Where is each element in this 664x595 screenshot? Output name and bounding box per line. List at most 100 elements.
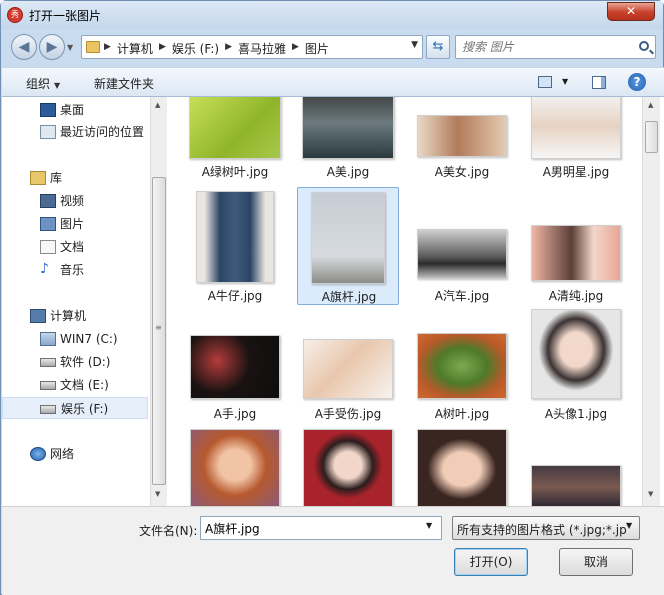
window-title: 打开一张图片 xyxy=(29,9,102,23)
recent-locations-chevron-icon[interactable]: ▼ xyxy=(67,43,73,52)
sidebar-item-documents[interactable]: 文档 xyxy=(2,236,148,258)
new-folder-button[interactable]: 新建文件夹 xyxy=(94,75,154,92)
breadcrumb-computer[interactable]: 计算机 xyxy=(117,40,153,57)
scroll-up-arrow-icon[interactable]: ▲ xyxy=(648,101,653,109)
vintage-car-image xyxy=(417,229,507,279)
preview-pane-icon[interactable] xyxy=(592,76,606,89)
sidebar-item-drive-e[interactable]: 文档 (E:) xyxy=(2,374,148,396)
filename-label: 文件名(N): xyxy=(139,524,198,538)
scroll-up-arrow-icon[interactable]: ▲ xyxy=(155,101,160,109)
sidebar-item-libraries[interactable]: 库 xyxy=(2,167,148,189)
refresh-button[interactable]: ⇆ xyxy=(426,35,450,59)
breadcrumb-pictures[interactable]: 图片 xyxy=(305,40,329,57)
file-item[interactable]: A手受伤.jpg xyxy=(297,309,399,425)
libraries-icon xyxy=(30,171,46,185)
sidebar-item-computer[interactable]: 计算机 xyxy=(2,305,148,327)
organize-menu-button[interactable]: 组织 ▼ xyxy=(26,75,60,92)
file-item[interactable] xyxy=(184,427,286,506)
breadcrumb: ▶ 计算机 ▶ 娱乐 (F:) ▶ 喜马拉雅 ▶ 图片 xyxy=(104,40,329,57)
forward-arrow-icon: ▶ xyxy=(46,39,58,55)
navigation-scrollbar[interactable]: ▲ ≡ ▼ xyxy=(150,97,167,506)
title-bar[interactable]: 秀 打开一张图片 ✕ xyxy=(1,1,663,29)
file-item[interactable]: A绿树叶.jpg xyxy=(184,97,286,181)
sidebar-item-label: 娱乐 (F:) xyxy=(61,402,109,416)
navigation-bar: ◀ ▶ ▼ ▶ 计算机 ▶ 娱乐 (F:) ▶ 喜马拉雅 ▶ 图片 ▼ ⇆ xyxy=(5,31,661,63)
file-item[interactable]: A汽车.jpg xyxy=(411,187,513,303)
file-name: A清纯.jpg xyxy=(548,289,604,303)
file-type-chevron-icon[interactable]: ▼ xyxy=(626,521,632,530)
file-item[interactable] xyxy=(411,427,513,506)
file-item[interactable]: A头像1.jpg xyxy=(525,309,627,425)
file-type-select[interactable]: 所有支持的图片格式 (*.jpg;*.jp xyxy=(452,516,640,540)
file-name: A汽车.jpg xyxy=(434,289,490,303)
sidebar-item-drive-d[interactable]: 软件 (D:) xyxy=(2,351,148,373)
sidebar-item-label: 音乐 xyxy=(60,263,85,277)
organize-label: 组织 xyxy=(26,77,51,91)
breadcrumb-separator-icon[interactable]: ▶ xyxy=(159,40,166,57)
address-bar[interactable]: ▶ 计算机 ▶ 娱乐 (F:) ▶ 喜马拉雅 ▶ 图片 ▼ xyxy=(81,35,423,59)
woman-red-image xyxy=(303,429,393,506)
sidebar-item-music[interactable]: ♪ 音乐 xyxy=(2,259,148,281)
sidebar-item-drive-f[interactable]: 娱乐 (F:) xyxy=(2,397,148,419)
dialog-footer: 文件名(N): ▼ 所有支持的图片格式 (*.jpg;*.jp ▼ 打开(O) … xyxy=(2,506,664,595)
file-item[interactable]: A手.jpg xyxy=(184,309,286,425)
sidebar-item-desktop[interactable]: 桌面 xyxy=(2,99,148,121)
dialog-content: 桌面 最近访问的位置 库 视频 图片 文档 ♪ 音乐 计算机 WIN7 (C:) … xyxy=(2,97,664,506)
sidebar-item-videos[interactable]: 视频 xyxy=(2,190,148,212)
sidebar-item-label: 最近访问的位置 xyxy=(60,125,145,139)
sidebar-item-pictures[interactable]: 图片 xyxy=(2,213,148,235)
documents-icon xyxy=(40,240,56,254)
open-button[interactable]: 打开(O) xyxy=(454,548,528,576)
scroll-down-arrow-icon[interactable]: ▼ xyxy=(648,490,653,498)
file-item[interactable]: A清纯.jpg xyxy=(525,187,627,303)
sidebar-item-network[interactable]: 网络 xyxy=(2,443,148,465)
breadcrumb-drive-f[interactable]: 娱乐 (F:) xyxy=(172,40,219,57)
breadcrumb-separator-icon[interactable]: ▶ xyxy=(225,40,232,57)
sidebar-item-label: 桌面 xyxy=(60,103,85,117)
view-options-chevron-icon[interactable]: ▼ xyxy=(562,77,568,86)
close-button[interactable]: ✕ xyxy=(607,2,655,21)
search-box[interactable] xyxy=(455,35,656,59)
breadcrumb-separator-icon[interactable]: ▶ xyxy=(292,40,299,57)
back-button[interactable]: ◀ xyxy=(11,34,37,60)
filename-input[interactable] xyxy=(200,516,442,540)
file-name: A美女.jpg xyxy=(434,165,490,179)
drive-c-icon xyxy=(40,332,56,346)
help-icon[interactable]: ? xyxy=(628,73,646,91)
sidebar-item-recent-places[interactable]: 最近访问的位置 xyxy=(2,121,148,143)
file-item[interactable]: A男明星.jpg xyxy=(525,97,627,181)
leaf-image xyxy=(417,333,507,399)
search-input[interactable] xyxy=(462,37,632,57)
forward-button[interactable]: ▶ xyxy=(39,34,65,60)
sidebar-item-label: 库 xyxy=(50,171,63,185)
file-item[interactable]: A牛仔.jpg xyxy=(184,187,286,303)
sidebar-item-label: 图片 xyxy=(60,217,85,231)
sidebar-item-drive-c[interactable]: WIN7 (C:) xyxy=(2,328,148,350)
command-bar: 组织 ▼ 新建文件夹 ▼ ? xyxy=(2,67,664,97)
address-history-chevron-icon[interactable]: ▼ xyxy=(411,40,418,50)
file-item[interactable] xyxy=(525,427,627,506)
file-item[interactable]: A树叶.jpg xyxy=(411,309,513,425)
file-name: A男明星.jpg xyxy=(542,165,610,179)
file-name: A绿树叶.jpg xyxy=(201,165,269,179)
file-item[interactable] xyxy=(297,427,399,506)
file-item[interactable]: A美女.jpg xyxy=(411,97,513,181)
filename-history-chevron-icon[interactable]: ▼ xyxy=(426,521,432,530)
file-open-dialog: 秀 打开一张图片 ✕ ◀ ▶ ▼ ▶ 计算机 ▶ 娱乐 (F:) ▶ 喜马拉雅 … xyxy=(0,0,664,595)
scrollbar-thumb[interactable] xyxy=(645,121,658,153)
breadcrumb-separator-icon[interactable]: ▶ xyxy=(104,40,111,57)
desktop-icon xyxy=(40,103,56,117)
breadcrumb-himalaya[interactable]: 喜马拉雅 xyxy=(238,40,286,57)
file-list-scrollbar[interactable]: ▲ ▼ xyxy=(642,97,660,506)
navigation-pane: 桌面 最近访问的位置 库 视频 图片 文档 ♪ 音乐 计算机 WIN7 (C:) … xyxy=(2,97,150,506)
change-view-icon[interactable] xyxy=(538,76,552,88)
file-name: A头像1.jpg xyxy=(544,407,608,421)
folder-icon xyxy=(86,41,100,53)
file-item[interactable]: A美.jpg xyxy=(297,97,399,181)
scroll-down-arrow-icon[interactable]: ▼ xyxy=(155,490,160,498)
drive-e-icon xyxy=(40,381,56,390)
search-icon[interactable] xyxy=(639,41,649,51)
file-item-selected[interactable]: A旗杆.jpg xyxy=(297,187,399,305)
cancel-button[interactable]: 取消 xyxy=(559,548,633,576)
injured-hand-image xyxy=(303,339,393,399)
